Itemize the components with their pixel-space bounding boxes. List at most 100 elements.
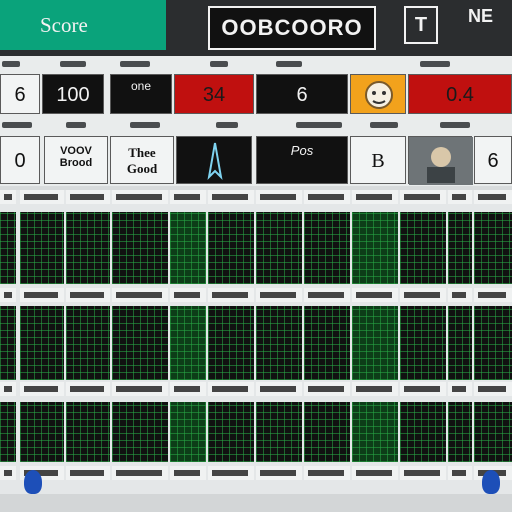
grid-cell[interactable]	[20, 306, 64, 380]
label-bar	[260, 194, 296, 200]
grid-row-label	[256, 288, 302, 302]
stat-cell[interactable]	[176, 136, 252, 184]
grid-cell[interactable]	[304, 212, 350, 284]
grid-cell[interactable]	[256, 212, 302, 284]
stat-cell[interactable]: 100	[42, 74, 104, 114]
stat-cell[interactable]: 6	[0, 74, 40, 114]
grid-cell[interactable]	[400, 402, 446, 462]
grid-cell[interactable]	[112, 306, 168, 380]
strip-marker	[210, 61, 228, 67]
tool-icon[interactable]: T	[404, 6, 438, 44]
grid-row-label	[448, 466, 472, 480]
grid-cell[interactable]	[304, 402, 350, 462]
stat-cell[interactable]: one	[110, 74, 172, 114]
grid-cell[interactable]	[20, 402, 64, 462]
grid-row-label	[20, 190, 64, 204]
label-bar	[404, 470, 440, 476]
grid-cell[interactable]	[352, 402, 398, 462]
grid-cell[interactable]	[474, 402, 512, 462]
stat-cell[interactable]: Pos	[256, 136, 348, 184]
grid-row-label	[208, 190, 254, 204]
grid-cell[interactable]	[448, 306, 472, 380]
label-bar	[478, 292, 506, 298]
label-bar	[116, 292, 162, 298]
lion-avatar-icon	[365, 81, 393, 109]
label-bar	[308, 386, 344, 392]
grid-cell[interactable]	[448, 402, 472, 462]
grid-row-label	[256, 466, 302, 480]
grid-cell[interactable]	[66, 212, 110, 284]
grid-cell[interactable]	[208, 306, 254, 380]
label-bar	[260, 292, 296, 298]
drop-icon[interactable]	[24, 470, 42, 494]
label-bar	[116, 470, 162, 476]
label-bar	[404, 386, 440, 392]
label-bar	[116, 386, 162, 392]
strip-marker	[216, 122, 238, 128]
grid-cell[interactable]	[66, 402, 110, 462]
grid-cell[interactable]	[66, 306, 110, 380]
grid-row-label	[20, 382, 64, 396]
grid-cell[interactable]	[352, 212, 398, 284]
label-bar	[24, 386, 58, 392]
grid-row-label	[112, 466, 168, 480]
grid-cell[interactable]	[170, 402, 206, 462]
strip-marker	[296, 122, 342, 128]
grid-cell[interactable]	[112, 212, 168, 284]
label-bar	[356, 386, 392, 392]
grid-cell[interactable]	[352, 306, 398, 380]
grid-cell[interactable]	[0, 402, 16, 462]
grid-cell[interactable]	[0, 306, 16, 380]
grid-cell[interactable]	[448, 212, 472, 284]
grid-cell[interactable]	[170, 212, 206, 284]
stat-cell[interactable]: 6	[474, 136, 512, 184]
grid-cell[interactable]	[112, 402, 168, 462]
grid-cell[interactable]	[400, 306, 446, 380]
drop-icon[interactable]	[482, 470, 500, 494]
grid-cell[interactable]	[304, 306, 350, 380]
stat-cell[interactable]: 0	[0, 136, 40, 184]
strip-marker	[370, 122, 398, 128]
label-bar	[308, 292, 344, 298]
grid-cell[interactable]	[208, 402, 254, 462]
stat-row-2: 0 VOOV Brood Thee Good Pos B 6	[0, 134, 512, 186]
grid-row-label	[400, 466, 446, 480]
stat-cell-alert[interactable]: 0.4	[408, 74, 512, 114]
label-bar	[4, 470, 12, 476]
label-bar	[212, 386, 248, 392]
label-bar	[24, 292, 58, 298]
grid-cell[interactable]	[256, 306, 302, 380]
stat-cell[interactable]: 6	[256, 74, 348, 114]
label-bar	[116, 194, 162, 200]
stat-cell-alert[interactable]: 34	[174, 74, 254, 114]
label-bar	[404, 194, 440, 200]
grid-row-label	[208, 466, 254, 480]
label-bar	[356, 470, 392, 476]
stat-cell[interactable]: B	[350, 136, 406, 184]
stat-cell-warning[interactable]	[350, 74, 406, 114]
grid-cell[interactable]	[20, 212, 64, 284]
label-bar	[478, 386, 506, 392]
grid-cell[interactable]	[170, 306, 206, 380]
grid-cell[interactable]	[208, 212, 254, 284]
stat-cell-image[interactable]	[408, 136, 473, 185]
grid-row-label	[170, 288, 206, 302]
label-bar	[70, 470, 104, 476]
grid-cell[interactable]	[400, 212, 446, 284]
grid-cell[interactable]	[474, 212, 512, 284]
grid-row-label	[256, 190, 302, 204]
stat-cell-text[interactable]: Thee Good	[110, 136, 174, 184]
label-bar	[452, 292, 466, 298]
label-bar	[308, 194, 344, 200]
cell-line: VOOV	[60, 145, 92, 157]
grid-cell[interactable]	[474, 306, 512, 380]
stat-cell-text[interactable]: VOOV Brood	[44, 136, 108, 184]
grid-cell[interactable]	[256, 402, 302, 462]
rocket-icon	[207, 142, 223, 180]
score-tab[interactable]: Score	[0, 0, 166, 50]
label-bar	[4, 194, 12, 200]
strip-marker	[2, 122, 32, 128]
grid-row-label	[66, 382, 110, 396]
grid-cell[interactable]	[0, 212, 16, 284]
strip-marker	[130, 122, 160, 128]
